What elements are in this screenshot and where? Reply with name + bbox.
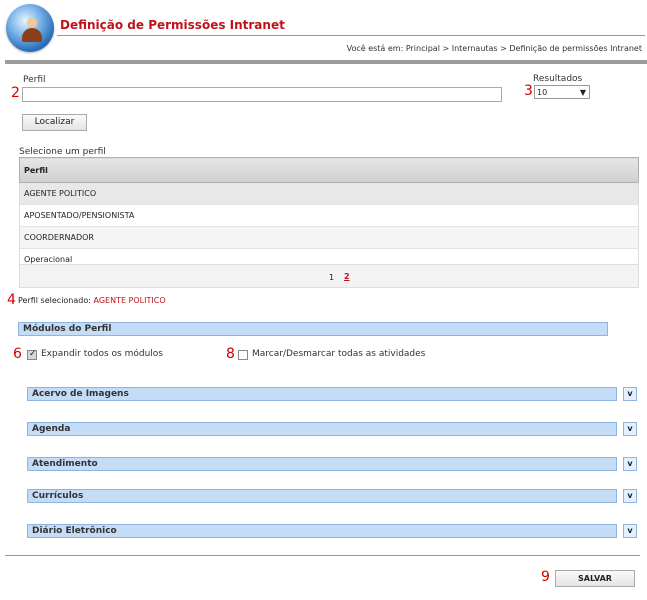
table-row[interactable]: COORDERNADOR	[19, 226, 639, 249]
marker-4: 4	[7, 292, 16, 308]
dropdown-arrow-icon: ▼	[579, 88, 586, 97]
perfil-search-input[interactable]	[22, 87, 502, 102]
chevron-down-icon[interactable]: v	[623, 422, 637, 436]
expand-all-label: Expandir todos os módulos	[41, 349, 163, 359]
selected-profile-value: AGENTE POLITICO	[93, 296, 166, 305]
selected-profile-label: Perfil selecionado:	[18, 296, 91, 305]
selected-profile: Perfil selecionado: AGENTE POLITICO	[18, 296, 166, 305]
chevron-down-icon[interactable]: v	[623, 489, 637, 503]
marker-6: 6	[13, 346, 22, 362]
module-atendimento[interactable]: Atendimento	[27, 457, 617, 471]
pagination: 1 2	[19, 264, 639, 288]
chevron-down-icon[interactable]: v	[623, 457, 637, 471]
save-button[interactable]: SALVAR	[555, 570, 635, 587]
chevron-down-icon[interactable]: v	[623, 387, 637, 401]
user-icon	[22, 18, 42, 44]
mark-all-checkbox[interactable]	[238, 350, 248, 360]
chevron-down-icon[interactable]: v	[623, 524, 637, 538]
localizar-button[interactable]: Localizar	[22, 114, 87, 131]
results-select[interactable]: 10 ▼	[534, 85, 590, 99]
footer-divider	[5, 555, 640, 556]
module-acervo-de-imagens[interactable]: Acervo de Imagens	[27, 387, 617, 401]
modules-header: Módulos do Perfil	[18, 322, 608, 336]
marker-8: 8	[226, 346, 235, 362]
header-divider	[5, 60, 647, 64]
marker-2: 2	[11, 85, 20, 101]
perfil-label: Perfil	[23, 75, 46, 85]
profiles-table: Perfil AGENTE POLITICO APOSENTADO/PENSIO…	[19, 157, 639, 271]
page-current: 1	[329, 273, 335, 282]
table-row[interactable]: APOSENTADO/PENSIONISTA	[19, 204, 639, 227]
app-logo	[6, 4, 54, 52]
table-row[interactable]: AGENTE POLITICO	[19, 182, 639, 205]
page-link-2[interactable]: 2	[344, 272, 350, 281]
mark-all-label: Marcar/Desmarcar todas as atividades	[252, 349, 426, 359]
select-profile-label: Selecione um perfil	[19, 147, 106, 157]
module-agenda[interactable]: Agenda	[27, 422, 617, 436]
results-value: 10	[537, 88, 548, 97]
breadcrumb: Você está em: Principal > Internautas > …	[346, 44, 642, 53]
title-divider	[57, 35, 645, 36]
module-curriculos[interactable]: Currículos	[27, 489, 617, 503]
results-label: Resultados	[533, 74, 583, 84]
expand-all-checkbox[interactable]	[27, 349, 37, 360]
marker-3: 3	[524, 83, 533, 99]
module-diario-eletronico[interactable]: Diário Eletrônico	[27, 524, 617, 538]
column-header-perfil[interactable]: Perfil	[19, 157, 639, 183]
page-title: Definição de Permissões Intranet	[60, 18, 285, 32]
marker-9: 9	[541, 569, 550, 585]
